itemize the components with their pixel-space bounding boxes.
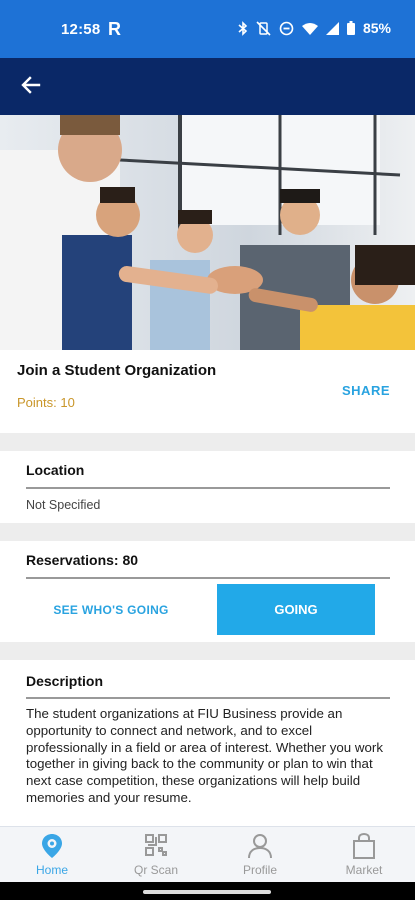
- system-gesture-bar: [0, 882, 415, 900]
- nav-home-label: Home: [35, 863, 68, 877]
- status-bar: 12:58 R 85%: [0, 0, 415, 58]
- event-title: Join a Student Organization: [17, 362, 217, 379]
- nav-market-label: Market: [345, 863, 383, 877]
- carrier-glyph: R: [108, 19, 121, 39]
- nav-profile[interactable]: Profile: [208, 827, 312, 883]
- location-value: Not Specified: [26, 498, 101, 512]
- person-icon: [248, 833, 272, 864]
- battery-icon: [346, 21, 355, 35]
- reservations-divider: [26, 577, 390, 579]
- location-divider: [26, 487, 390, 489]
- app-bar: [0, 58, 415, 115]
- description-label: Description: [26, 673, 104, 689]
- location-pin-icon: [41, 833, 63, 864]
- gesture-handle[interactable]: [143, 890, 271, 894]
- reservations-label: Reservations: 80: [26, 552, 139, 568]
- see-whos-going-button[interactable]: SEE WHO'S GOING: [26, 586, 196, 634]
- bottom-navigation: Home Qr Scan Profile Market: [0, 826, 415, 882]
- qr-code-icon: [144, 833, 168, 862]
- arrow-left-icon: [21, 75, 41, 100]
- shopping-bag-icon: [352, 832, 376, 864]
- battery-percent: 85%: [362, 20, 391, 36]
- signal-icon: [325, 21, 339, 35]
- back-button[interactable]: [14, 70, 48, 104]
- event-hero-image: [0, 115, 415, 350]
- do-not-disturb-icon: [279, 21, 294, 36]
- share-button[interactable]: SHARE: [342, 383, 390, 398]
- nav-market[interactable]: Market: [312, 827, 415, 883]
- vibrate-off-icon: [256, 20, 271, 36]
- bluetooth-icon: [238, 20, 248, 36]
- event-points: Points: 10: [17, 395, 75, 410]
- wifi-icon: [301, 22, 318, 35]
- status-icons: 85%: [238, 20, 391, 36]
- status-time: 12:58: [61, 21, 101, 38]
- going-button[interactable]: GOING: [217, 584, 375, 635]
- nav-profile-label: Profile: [242, 863, 277, 877]
- nav-qr-scan-label: Qr Scan: [133, 863, 178, 877]
- description-text: The student organizations at FIU Busines…: [26, 706, 383, 805]
- nav-qr-scan[interactable]: Qr Scan: [104, 827, 208, 883]
- location-label: Location: [26, 462, 85, 478]
- description-divider: [26, 697, 390, 699]
- nav-home[interactable]: Home: [0, 827, 104, 883]
